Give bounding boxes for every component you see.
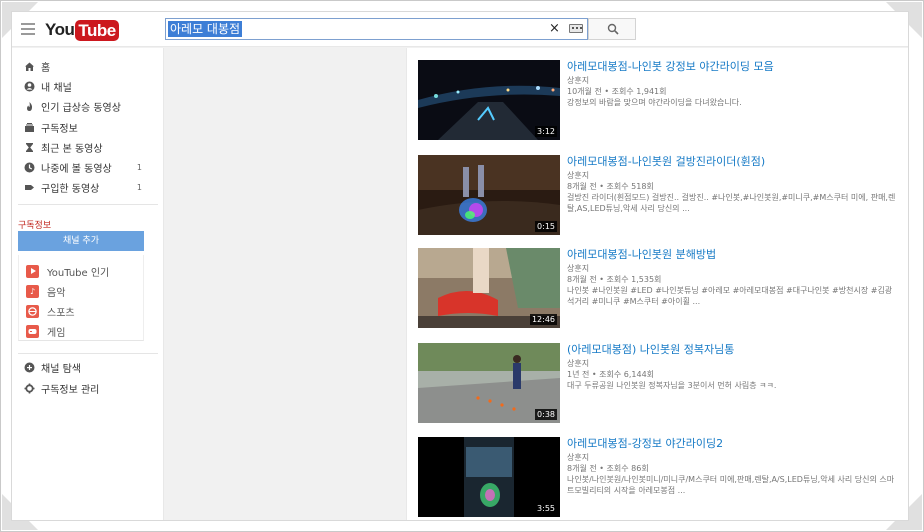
sidebar-item-subscriptions[interactable]: 구독정보 [12,118,164,137]
video-thumbnail[interactable]: 12:46 [418,248,560,328]
video-meta: 8개월 전 • 조회수 1,535회 [567,275,662,284]
sidebar-item-trending[interactable]: 인기 급상승 동영상 [12,97,164,116]
video-title[interactable]: 아레모대봉점-나인봇원 걸방진라이더(휜점) [567,155,898,168]
flame-icon [23,101,35,113]
sidebar-item-label: 홈 [41,63,51,74]
youtube-window: You Tube 아레모 대봉점 × 홈 내 채널 인기 급상승 동영상 구독정… [11,11,909,521]
video-thumbnail[interactable]: 3:12 [418,60,560,140]
logo-you: You [45,20,75,39]
sidebar-item-label: 구독정보 관리 [41,385,100,396]
clear-icon[interactable]: × [549,21,560,37]
video-channel[interactable]: 상훈지 [567,358,898,369]
subscription-label: 게임 [47,327,66,339]
video-result[interactable]: 3:55 아레모대봉점-강정보 야간라이딩2 상훈지 8개월 전 • 조회수 8… [418,437,898,519]
video-meta: 8개월 전 • 조회수 86회 [567,464,649,473]
video-description: 대구 두류공원 나인봇원 정복자님을 3분이서 먼허 사림층 ㅋㅋ. [567,381,777,390]
video-meta: 1년 전 • 조회수 6,144회 [567,370,655,379]
guide-sidebar: 홈 내 채널 인기 급상승 동영상 구독정보 최근 본 동영상 나중에 볼 동영… [12,48,164,520]
video-description: 강정보의 바람을 맞으며 야간라이딩을 다녀왔습니다. [567,98,742,107]
subscription-label: 음악 [47,287,66,299]
youtube-logo[interactable]: You Tube [45,19,119,41]
clock-icon [23,162,35,174]
sports-icon [26,304,39,318]
sidebar-item-label: 나중에 볼 동영상 [41,164,112,175]
plus-circle-icon [23,362,35,374]
menu-icon[interactable] [21,23,35,35]
sidebar-item-label: 채널 탐색 [41,364,81,375]
video-description: 나인봇/나인봇원/나인봇미니/미니쿠/M스쿠터 미에,판매,렌탈,A/S,LED… [567,475,895,495]
search-results: 3:12 아레모대봉점-나인봇 강정보 야간라이딩 모음 상훈지 10개월 전 … [406,48,908,520]
video-result[interactable]: 0:38 (아레모대봉점) 나인봇원 정복자님통 상훈지 1년 전 • 조회수 … [418,343,898,425]
sidebar-item-my-channel[interactable]: 내 채널 [12,77,164,96]
video-title[interactable]: 아레모대봉점-강정보 야간라이딩2 [567,437,898,450]
video-duration: 0:15 [535,221,557,232]
search-input[interactable]: 아레모 대봉점 × [165,18,588,40]
video-meta: 10개월 전 • 조회수 1,941회 [567,87,667,96]
subscription-item-music[interactable]: ♪ 음악 [26,282,65,300]
video-duration: 3:55 [535,503,557,514]
video-result[interactable]: 12:46 아레모대봉점-나인봇원 분해방법 상훈지 8개월 전 • 조회수 1… [418,248,898,330]
subscription-label: YouTube 인기 [47,267,110,279]
tag-icon [23,182,35,194]
music-icon: ♪ [26,284,39,298]
video-title[interactable]: (아레모대봉점) 나인봇원 정복자님통 [567,343,898,356]
divider [18,353,158,354]
keyboard-icon[interactable] [569,24,583,33]
sidebar-item-label: 내 채널 [41,83,72,94]
purchases-count: 1 [136,183,142,192]
person-icon [23,81,35,93]
video-channel[interactable]: 상훈지 [567,170,898,181]
video-duration: 12:46 [529,314,557,325]
sidebar-item-purchases[interactable]: 구입한 동영상 1 [12,178,164,197]
subscription-label: 스포츠 [47,307,75,319]
sidebar-item-label: 최근 본 동영상 [41,144,103,155]
subscriptions-section-title[interactable]: 구독정보 [18,218,51,231]
divider [18,204,158,205]
video-channel[interactable]: 상훈지 [567,263,898,274]
search-query[interactable]: 아레모 대봉점 [168,21,243,37]
video-result[interactable]: 3:12 아레모대봉점-나인봇 강정보 야간라이딩 모음 상훈지 10개월 전 … [418,60,898,142]
video-duration: 0:38 [535,409,557,420]
video-thumbnail[interactable]: 0:15 [418,155,560,235]
sidebar-item-watch-later[interactable]: 나중에 볼 동영상 1 [12,158,164,177]
search-button[interactable] [588,18,636,40]
logo-tube: Tube [75,19,119,41]
search-icon [607,23,619,35]
sidebar-item-label: 구입한 동영상 [41,184,100,195]
home-icon [23,61,35,73]
sidebar-item-browse-channels[interactable]: 채널 탐색 [12,358,164,377]
subscription-item-gaming[interactable]: 게임 [26,322,65,340]
sidebar-item-history[interactable]: 최근 본 동영상 [12,138,164,157]
video-description: 나인봇 #나인봇원 #LED #나인봇튜닝 #아레모 #아레모대봉점 #대구나인… [567,286,893,306]
hourglass-icon [23,142,35,154]
play-icon [26,264,39,278]
video-title[interactable]: 아레모대봉점-나인봇 강정보 야간라이딩 모음 [567,60,898,73]
gamepad-icon [26,324,39,338]
subscription-item-youtube-popular[interactable]: YouTube 인기 [26,262,109,280]
video-thumbnail[interactable]: 3:55 [418,437,560,517]
subscriptions-icon [23,122,35,134]
masthead: You Tube 아레모 대봉점 × [12,12,908,47]
video-thumbnail[interactable]: 0:38 [418,343,560,423]
sidebar-item-manage-subscriptions[interactable]: 구독정보 관리 [12,379,164,398]
gear-icon [23,383,35,395]
sidebar-item-label: 인기 급상승 동영상 [41,103,121,114]
screenshot-frame: You Tube 아레모 대봉점 × 홈 내 채널 인기 급상승 동영상 구독정… [0,0,924,532]
add-channel-button[interactable]: 채널 추가 [18,231,144,251]
subscription-item-sports[interactable]: 스포츠 [26,302,75,320]
video-meta: 8개월 전 • 조회수 518회 [567,182,654,191]
sidebar-item-home[interactable]: 홈 [12,57,164,76]
video-result[interactable]: 0:15 아레모대봉점-나인봇원 걸방진라이더(휜점) 상훈지 8개월 전 • … [418,155,898,237]
sidebar-item-label: 구독정보 [41,124,78,135]
video-channel[interactable]: 상훈지 [567,75,898,86]
video-description: 걸방진 라이더(휜점모드) 걸방진.. 걸방진.. #나인봇,#나인봇원,#미니… [567,193,896,213]
watch-later-count: 1 [136,163,142,172]
video-title[interactable]: 아레모대봉점-나인봇원 분해방법 [567,248,898,261]
video-duration: 3:12 [535,126,557,137]
video-channel[interactable]: 상훈지 [567,452,898,463]
